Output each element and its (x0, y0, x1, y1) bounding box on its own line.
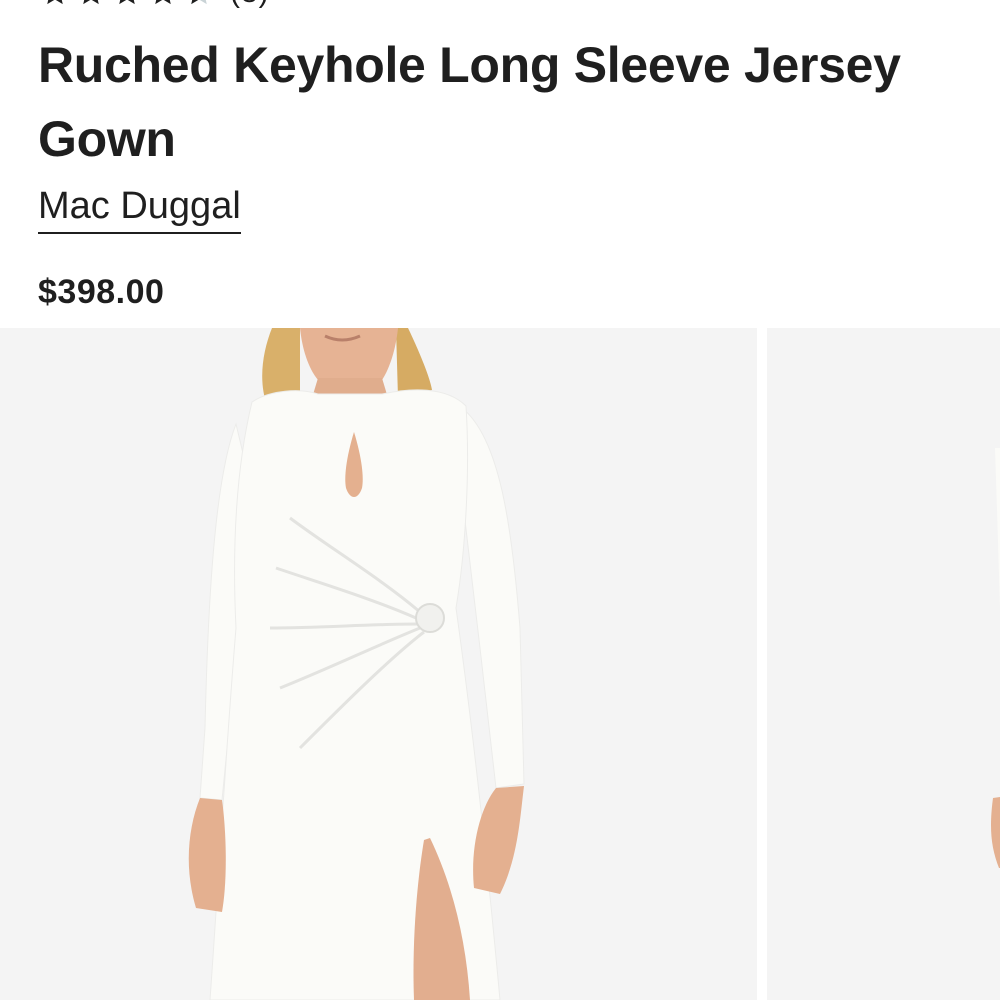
product-title: Ruched Keyhole Long Sleeve Jersey Gown (38, 37, 901, 167)
star-icon (40, 0, 70, 8)
star-icon (76, 0, 106, 8)
product-image-next[interactable] (767, 328, 1000, 1000)
half-star-icon (184, 0, 214, 8)
product-image-gallery[interactable] (0, 328, 1000, 1000)
star-icon (112, 0, 142, 8)
product-price: $398.00 (38, 273, 165, 311)
rating-stars[interactable]: (8) (40, 0, 270, 10)
product-page: (8) Ruched Keyhole Long Sleeve Jersey Go… (0, 0, 1000, 1000)
product-image-main[interactable] (0, 328, 757, 1000)
star-icon (148, 0, 178, 8)
brand-link[interactable]: Mac Duggal (38, 182, 241, 234)
model-photo (0, 328, 757, 1000)
model-photo-partial (767, 328, 1000, 1000)
review-count[interactable]: (8) (230, 0, 270, 10)
